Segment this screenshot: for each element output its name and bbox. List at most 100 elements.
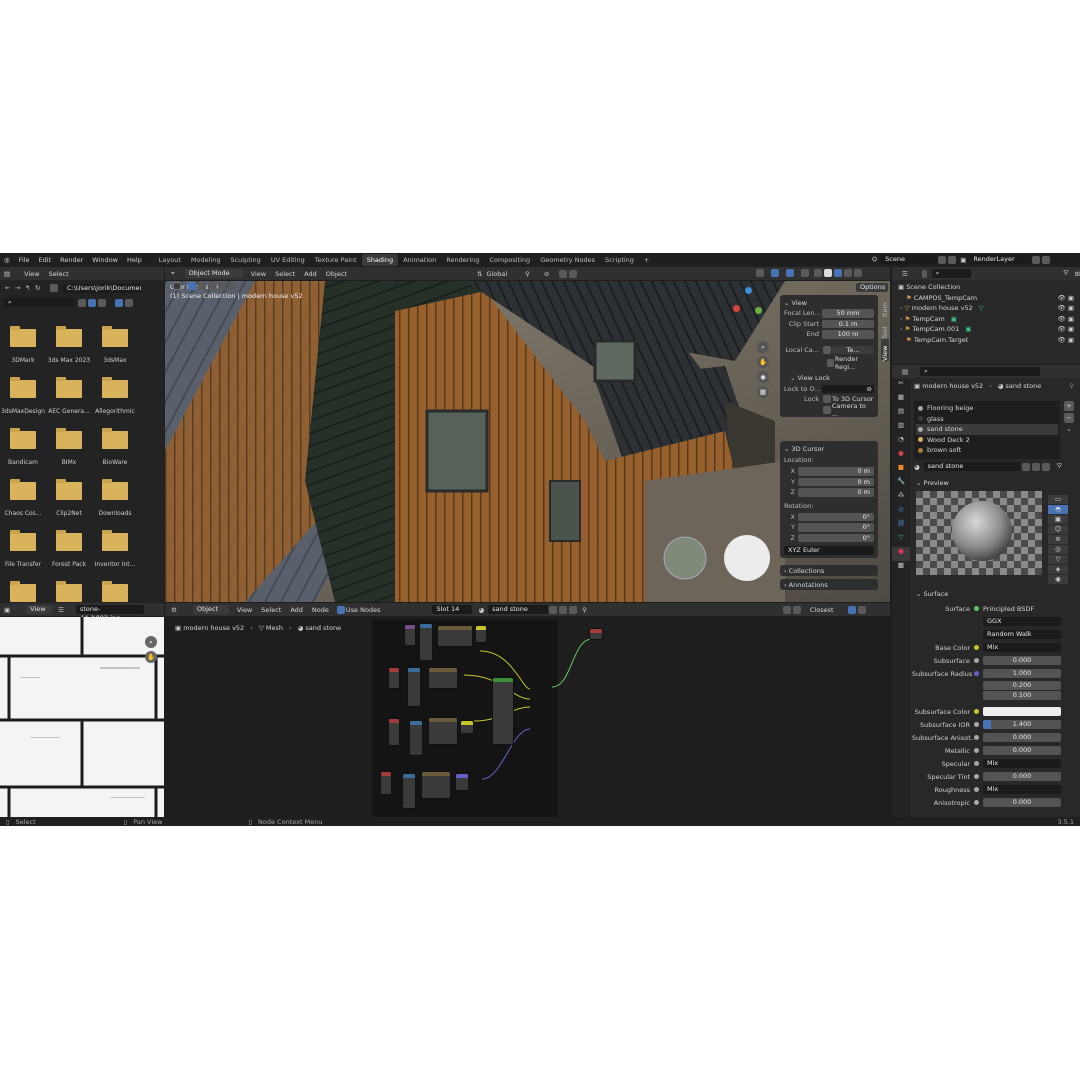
camera-to-view-checkbox[interactable] xyxy=(822,405,831,414)
remove-slot-icon[interactable]: − xyxy=(1064,413,1074,423)
menu-file[interactable]: File xyxy=(19,256,30,264)
subsurface-color-swatch[interactable] xyxy=(983,707,1061,716)
preview-shaderball-icon[interactable]: ◎ xyxy=(1048,545,1068,554)
duplicate-material-icon[interactable] xyxy=(559,605,568,614)
new-folder-icon[interactable] xyxy=(50,284,58,292)
fake-user-icon[interactable] xyxy=(1021,462,1030,471)
display-mode-icon[interactable] xyxy=(921,269,927,278)
folder-item[interactable]: 3ds Max 2023 xyxy=(46,326,92,364)
node-menu-node[interactable]: Node xyxy=(312,606,329,614)
folder-item[interactable]: AEC Genera... xyxy=(46,377,92,415)
annotations-panel-header[interactable]: › Annotations xyxy=(780,579,878,590)
tab-modeling[interactable]: Modeling xyxy=(186,254,226,266)
select-box-icon[interactable] xyxy=(173,282,181,290)
specular-field[interactable]: Mix xyxy=(983,759,1061,768)
tab-uv-editing[interactable]: UV Editing xyxy=(266,254,310,266)
constraints-tab-icon[interactable]: ⛓ xyxy=(892,519,910,533)
image-menu-icon[interactable]: ☰ xyxy=(58,606,64,614)
preview-monkey-icon[interactable]: ☺ xyxy=(1048,525,1068,534)
subsurface-radius-y-field[interactable]: 0.200 xyxy=(983,680,1061,690)
options-button[interactable]: Options xyxy=(856,283,888,292)
unlink-material-icon[interactable] xyxy=(1041,462,1050,471)
node-overlay-options-icon[interactable] xyxy=(857,605,866,614)
node-mix[interactable] xyxy=(437,625,473,647)
view-layer-field[interactable]: RenderLayer xyxy=(969,255,1032,264)
properties-search-input[interactable]: ⌕ xyxy=(920,367,1041,376)
subsurface-anisotropy-field[interactable]: 0.000 xyxy=(983,733,1061,742)
menu-render[interactable]: Render xyxy=(60,256,83,264)
tab-tool[interactable]: Tool xyxy=(881,317,889,339)
tab-shading[interactable]: Shading xyxy=(361,254,399,266)
new-scene-icon[interactable] xyxy=(938,255,947,264)
world-tab-icon[interactable]: ● xyxy=(892,449,910,463)
zoom-icon[interactable]: ⌕ xyxy=(145,636,157,648)
anisotropic-field[interactable]: 0.000 xyxy=(983,798,1061,807)
tab-rendering[interactable]: Rendering xyxy=(441,254,484,266)
render-region-checkbox[interactable] xyxy=(827,359,834,368)
shader-node-editor[interactable]: ⚙ Object View Select Add Node Use Nodes … xyxy=(165,603,890,817)
material-slot[interactable]: brown soft xyxy=(918,445,1056,456)
node-material-output[interactable] xyxy=(589,628,603,640)
filter-icon[interactable]: ⛛ xyxy=(1063,269,1068,278)
preview-panel-header[interactable]: ⌄ Preview xyxy=(912,477,949,489)
focal-length-field[interactable]: 50 mm xyxy=(822,309,874,318)
data-tab-icon[interactable]: ▽ xyxy=(892,533,910,547)
specular-tint-field[interactable]: 0.000 xyxy=(983,772,1061,781)
cursor-loc-x-field[interactable]: 0 m xyxy=(798,467,874,476)
pin-icon[interactable]: ⚲ xyxy=(582,606,587,614)
tab-scripting[interactable]: Scripting xyxy=(600,254,639,266)
subsurface-ior-field[interactable]: 1.400 xyxy=(983,720,1061,729)
viewport-menu-add[interactable]: Add xyxy=(304,270,317,278)
outliner-item[interactable]: ⚑ TempCam.Target 👁 ▣ xyxy=(898,335,1080,346)
preview-cloth-icon[interactable]: ▽ xyxy=(1048,555,1068,564)
new-view-layer-icon[interactable] xyxy=(1032,255,1041,264)
physics-tab-icon[interactable]: ◎ xyxy=(892,505,910,519)
lock-to-object-field[interactable]: ⊘ xyxy=(822,384,874,393)
viewport-menu-object[interactable]: Object xyxy=(326,270,347,278)
tab-view[interactable]: View xyxy=(881,339,889,361)
gizmo-x-icon[interactable] xyxy=(733,305,740,312)
pan-hand-icon[interactable]: ✋ xyxy=(757,356,769,368)
folder-item[interactable]: Forest Pack xyxy=(46,530,92,568)
shading-options-icon[interactable] xyxy=(854,269,862,277)
zoom-icon[interactable]: ⌕ xyxy=(757,341,769,353)
scene-icon[interactable]: ⛭ xyxy=(872,255,877,264)
node-mix[interactable] xyxy=(428,717,458,745)
material-options-icon[interactable]: ⛛ xyxy=(1057,462,1062,471)
preview-flat-icon[interactable]: ▭ xyxy=(1048,495,1068,504)
subsurface-radius-z-field[interactable]: 0.100 xyxy=(983,691,1061,700)
roughness-field[interactable]: Mix xyxy=(983,785,1061,794)
material-slot-list[interactable]: Flooring beige glass sand stone Wood Dec… xyxy=(914,401,1060,459)
view-layer-tab-icon[interactable]: ▥ xyxy=(892,421,910,435)
menu-window[interactable]: Window xyxy=(92,256,118,264)
scene-tab-icon[interactable]: ◔ xyxy=(892,435,910,449)
tab-animation[interactable]: Animation xyxy=(398,254,441,266)
view-lock-header[interactable]: ⌄ View Lock xyxy=(784,373,874,384)
node-image-texture[interactable] xyxy=(380,771,392,795)
falloff-icon[interactable] xyxy=(569,269,578,278)
slot-specials-icon[interactable]: ⌄ xyxy=(1063,425,1075,433)
select-intersect-icon[interactable] xyxy=(228,282,236,290)
pin-icon[interactable]: ⚲ xyxy=(1069,382,1074,390)
texture-tab-icon[interactable]: ▩ xyxy=(892,561,910,575)
image-view-dropdown[interactable]: View xyxy=(26,605,53,614)
properties-type-icon[interactable]: ▤ xyxy=(902,368,908,376)
metallic-field[interactable]: 0.000 xyxy=(983,746,1061,755)
node-menu-select[interactable]: Select xyxy=(261,606,281,614)
search-input[interactable]: ⌕ xyxy=(4,298,74,307)
editor-type-icon[interactable]: ▤ xyxy=(4,270,10,278)
snap-node-icon[interactable] xyxy=(782,605,791,614)
mode-dropdown[interactable]: Object Mode xyxy=(184,269,243,278)
node-menu-add[interactable]: Add xyxy=(290,606,303,614)
shading-solid-icon[interactable] xyxy=(824,269,832,277)
preview-sphere-icon[interactable]: ◓ xyxy=(1048,505,1068,514)
clip-start-field[interactable]: 0.1 m xyxy=(822,319,874,328)
shading-wireframe-icon[interactable] xyxy=(814,269,822,277)
outliner-search-input[interactable]: ⌕ xyxy=(931,269,972,278)
material-tab-icon[interactable]: ● xyxy=(892,547,910,561)
cursor-rot-x-field[interactable]: 0° xyxy=(798,512,874,521)
visibility-icon[interactable] xyxy=(756,269,764,277)
outliner-item[interactable]: › ⚑ TempCam ▣ 👁 ▣ xyxy=(898,314,1080,325)
image-editor-type-icon[interactable]: ▣ xyxy=(4,606,10,614)
material-slot[interactable]: glass xyxy=(918,414,1056,425)
